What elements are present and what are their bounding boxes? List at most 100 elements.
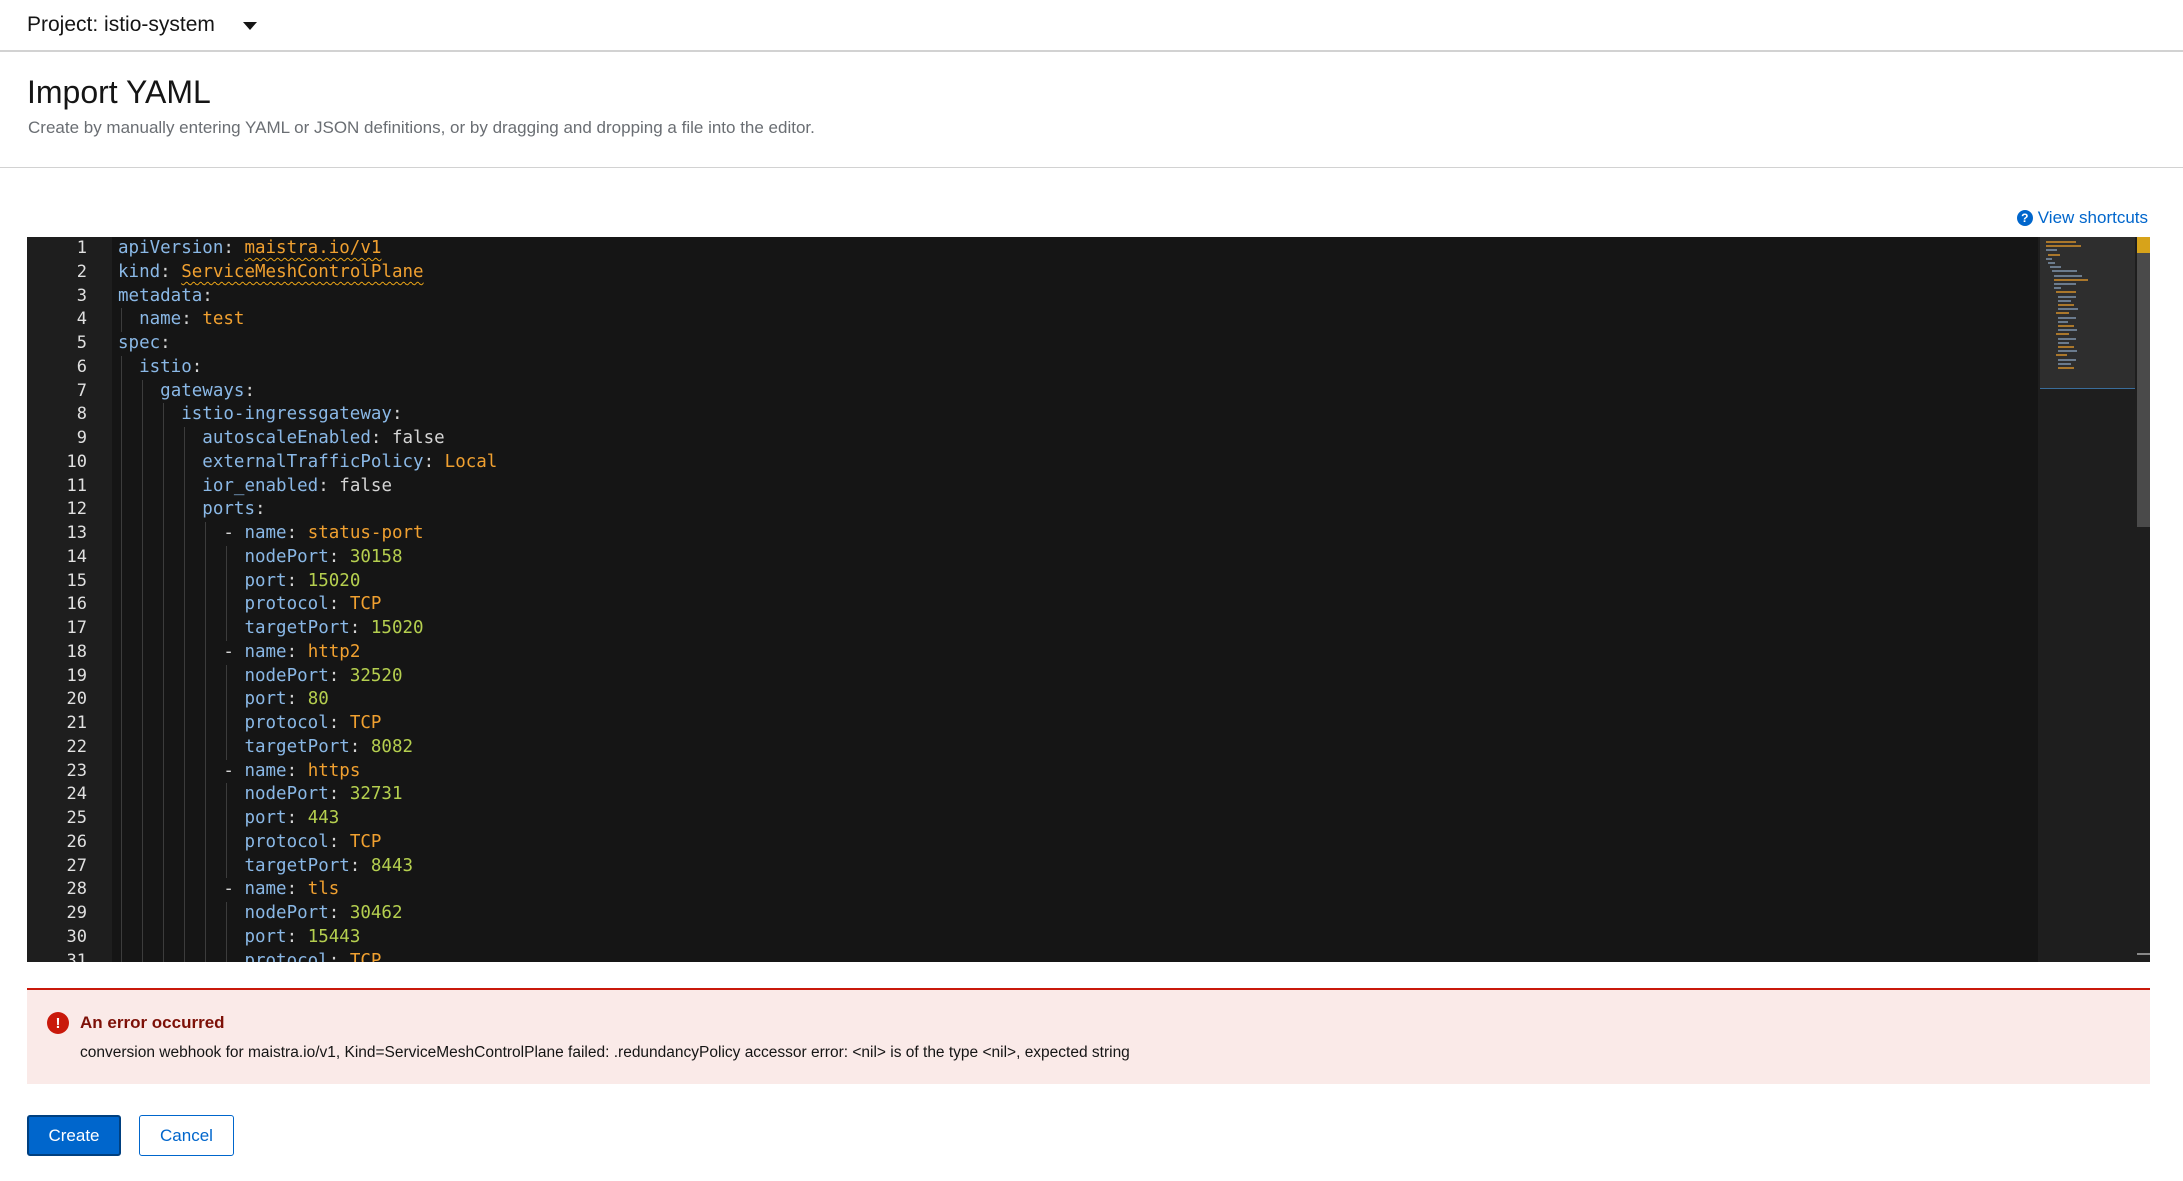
code-line: targetPort: 15020 [112, 617, 2038, 641]
minimap-line [2058, 341, 2069, 344]
minimap-line [2056, 312, 2070, 315]
caret-down-icon [242, 22, 257, 30]
yaml-value: 30462 [349, 903, 403, 923]
indent-guide [163, 878, 164, 902]
yaml-key: targetPort [244, 618, 350, 638]
yaml-key: port [244, 570, 287, 591]
minimap-line [2058, 346, 2074, 348]
indent-guide [205, 569, 206, 594]
indent-guide [121, 735, 122, 760]
line-number: 3 [76, 285, 87, 306]
indent-guide [226, 617, 227, 641]
yaml-key: protocol [244, 713, 329, 733]
scrollbar-thumb[interactable] [2137, 237, 2150, 527]
minimap-line [2058, 320, 2068, 323]
indent-guide [121, 427, 122, 451]
indent-guide [163, 902, 164, 926]
indent-guide [142, 593, 143, 617]
view-shortcuts-link[interactable]: ? View shortcuts [2016, 208, 2148, 228]
line-number: 31 [66, 950, 87, 963]
yaml-value: 8443 [370, 855, 414, 876]
minimap-line [2058, 362, 2072, 365]
indent-guide [163, 450, 164, 475]
indent-guide [205, 640, 206, 665]
yaml-key: ports [202, 499, 255, 520]
yaml-key: protocol [244, 831, 329, 852]
minimap-line [2058, 329, 2078, 332]
minimap-line [2054, 278, 2088, 281]
project-label: Project: istio-system [27, 13, 215, 36]
indent-guide [121, 878, 122, 902]
minimap-line [2058, 358, 2076, 361]
yaml-value: TCP [349, 831, 382, 852]
indent-guide [163, 712, 164, 736]
indent-guide [142, 403, 143, 427]
indent-guide [163, 617, 164, 641]
indent-guide [163, 688, 164, 712]
minimap-line [2058, 299, 2072, 302]
indent-guide [163, 403, 164, 427]
indent-guide [142, 949, 143, 962]
minimap-line [2058, 316, 2076, 319]
line-number: 2 [76, 261, 87, 282]
editor-scrollbar[interactable] [2135, 237, 2150, 962]
indent-guide [121, 450, 122, 475]
yaml-editor[interactable]: 1 2 3 4 5 6 7 8 9 10 11 12 13 14 15 16 17 18 19 20 21 22 23 24 2… [27, 237, 2150, 962]
code-line: targetPort: 8443 [112, 854, 2038, 879]
line-number: 29 [66, 903, 87, 923]
indent-guide [142, 688, 143, 712]
line-number: 26 [66, 831, 87, 852]
indent-guide [163, 640, 164, 665]
minimap[interactable] [2038, 237, 2148, 962]
alert-title: An error occurred [80, 1013, 225, 1032]
minimap-line [2058, 325, 2074, 327]
indent-guide [205, 949, 206, 962]
indent-guide [184, 545, 185, 570]
indent-guide [205, 854, 206, 879]
yaml-key: kind [118, 261, 161, 282]
indent-guide [121, 617, 122, 641]
yaml-key: istio-ingressgateway [181, 404, 392, 425]
code-line: protocol: TCP [112, 593, 2038, 617]
line-number: 28 [66, 879, 87, 900]
page-title: Import YAML [27, 74, 211, 110]
create-button[interactable]: Create [27, 1115, 121, 1156]
indent-guide [142, 902, 143, 926]
indent-guide [121, 688, 122, 712]
line-number: 7 [76, 380, 87, 401]
indent-guide [163, 759, 164, 784]
line-number: 5 [76, 333, 87, 353]
minimap-line [2046, 257, 2052, 260]
code-line: name: test [112, 308, 2038, 332]
indent-guide [226, 925, 227, 950]
yaml-value: tls [307, 879, 340, 900]
indent-guide [163, 545, 164, 570]
code-line: ior_enabled: false [112, 474, 2038, 499]
yaml-key: name [244, 523, 287, 543]
alert-message: conversion webhook for maistra.io/v1, Ki… [80, 1044, 1130, 1061]
indent-guide [121, 949, 122, 962]
code-area[interactable]: apiVersion: maistra.io/v1 kind: ServiceMe… [112, 237, 2038, 962]
yaml-value: false [339, 475, 392, 496]
indent-guide [121, 807, 122, 831]
page-subtitle: Create by manually entering YAML or JSON… [28, 118, 815, 137]
minimap-line [2046, 245, 2081, 248]
line-number: 23 [66, 760, 87, 781]
yaml-value: 30158 [349, 546, 403, 567]
minimap-line [2046, 249, 2057, 252]
indent-guide [121, 759, 122, 784]
cancel-button[interactable]: Cancel [139, 1115, 234, 1156]
project-selector[interactable]: Project: istio-system [27, 10, 257, 40]
indent-guide [184, 902, 185, 926]
yaml-value: 15020 [370, 618, 424, 638]
line-number: 21 [66, 713, 87, 733]
yaml-key: protocol [244, 594, 329, 615]
indent-guide [121, 569, 122, 594]
indent-guide [184, 688, 185, 712]
yaml-key: nodePort [244, 903, 329, 923]
yaml-key: nodePort [244, 784, 329, 805]
minimap-line [2048, 262, 2056, 264]
minimap-line [2058, 350, 2078, 353]
indent-guide [142, 925, 143, 950]
indent-guide [184, 450, 185, 475]
